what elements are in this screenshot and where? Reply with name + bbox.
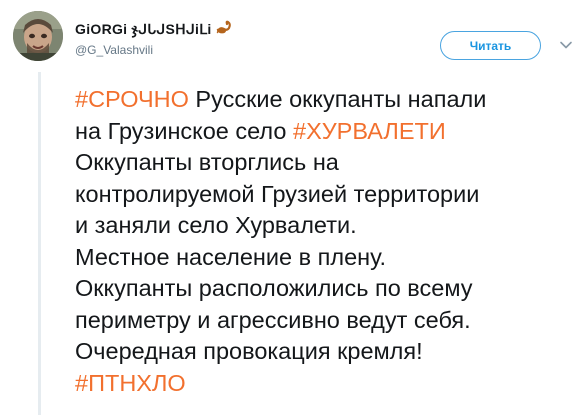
avatar[interactable] — [13, 11, 63, 61]
author-name-row[interactable]: GiORGi ჯᒍᒐᒍSᕼᒍiᒪi — [75, 19, 405, 39]
avatar-photo-icon — [13, 11, 63, 61]
hashtag-link[interactable]: #ПТНХЛО — [75, 370, 186, 396]
tweet-line-4: контролируемой Грузией территории — [75, 180, 480, 207]
hashtag-link[interactable]: #СРОЧНО — [75, 86, 189, 112]
tweet-line-6: Местное население в плену. — [75, 243, 387, 270]
tweet-text: #СРОЧНО Русские оккупанты напали на Груз… — [75, 84, 575, 399]
follow-button[interactable]: Читать — [440, 31, 541, 60]
tweet-header: GiORGi ჯᒍᒐᒍSᕼᒍiᒪi @G_Valashvili — [75, 19, 405, 58]
scorpion-icon — [216, 19, 234, 39]
tweet-line-3: Оккупанты вторглись на — [75, 149, 339, 175]
thread-line — [38, 72, 41, 415]
tweet-line-10: #ПТНХЛО — [75, 368, 575, 400]
tweet-line-9: Очередная провокация кремля! — [75, 338, 423, 364]
chevron-down-icon[interactable] — [558, 37, 574, 53]
tweet-line-5: и заняли село Хурвалети. — [75, 212, 357, 238]
display-name[interactable]: GiORGi ჯᒍᒐᒍSᕼᒍiᒪi — [75, 20, 212, 38]
tweet-line-8: периметру и агрессивно ведут себя. — [75, 306, 471, 333]
hashtag-link[interactable]: #ХУРВАЛЕТИ — [293, 118, 446, 144]
tweet-line-1: #СРОЧНО Русские оккупанты напали — [75, 84, 575, 116]
tweet-line-7: Оккупанты расположились по всему — [75, 275, 473, 301]
tweet-text-segment: на Грузинское село — [75, 117, 293, 144]
tweet-text-segment: Русские оккупанты напали — [188, 86, 487, 112]
author-handle[interactable]: @G_Valashvili — [75, 42, 405, 58]
tweet-line-2: на Грузинское село #ХУРВАЛЕТИ — [75, 116, 575, 148]
tweet-card: GiORGi ჯᒍᒐᒍSᕼᒍiᒪi @G_Valashvili Читать #… — [0, 0, 587, 415]
